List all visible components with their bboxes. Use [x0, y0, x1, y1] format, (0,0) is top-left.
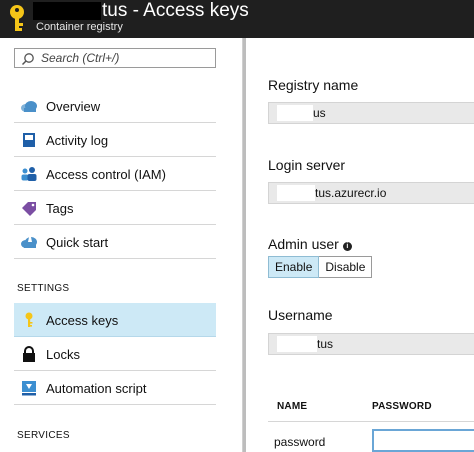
username-value: tus — [317, 337, 334, 351]
key-icon — [10, 5, 24, 31]
table-divider — [268, 421, 474, 422]
sidebar-item-label: Tags — [46, 201, 74, 216]
page-title: tus - Access keys — [102, 0, 249, 21]
disable-button[interactable]: Disable — [319, 256, 373, 278]
sidebar-item-label: Access keys — [46, 313, 119, 328]
admin-user-toggle[interactable]: Enable Disable — [268, 256, 373, 278]
registry-name-label: Registry name — [268, 77, 359, 93]
search-input[interactable] — [41, 50, 211, 66]
sidebar-item-label: Automation script — [46, 381, 147, 396]
admin-user-label: Admin user i — [268, 236, 352, 252]
sidebar-item-label: Access control (IAM) — [46, 167, 166, 182]
cloud-icon — [21, 101, 37, 112]
registry-name-field[interactable]: us — [268, 102, 474, 124]
redacted-name — [33, 2, 101, 20]
column-header-name: NAME — [277, 401, 308, 412]
login-server-label: Login server — [268, 157, 346, 173]
enable-button[interactable]: Enable — [268, 256, 320, 278]
sidebar: Overview Activity log Access control (IA… — [0, 38, 246, 452]
sidebar-item-access-control[interactable]: Access control (IAM) — [14, 157, 216, 191]
column-header-password: PASSWORD — [372, 401, 432, 412]
sidebar-item-label: Overview — [46, 99, 101, 114]
blade-header: tus - Access keys Container registry — [0, 0, 474, 38]
password-field[interactable] — [372, 429, 474, 452]
table-row-name: password — [274, 435, 326, 449]
login-server-field[interactable]: tus.azurecr.io — [268, 182, 474, 204]
page-subtitle: Container registry — [36, 21, 123, 33]
section-label-services: SERVICES — [17, 430, 70, 441]
search-icon — [21, 53, 34, 66]
sidebar-item-overview[interactable]: Overview — [14, 89, 216, 123]
users-icon — [21, 167, 37, 181]
redacted-value — [277, 105, 313, 121]
registry-name-value: us — [313, 106, 326, 120]
lock-icon — [23, 346, 35, 362]
sidebar-item-label: Quick start — [46, 235, 109, 250]
admin-user-text: Admin user — [268, 236, 339, 252]
info-icon[interactable]: i — [342, 242, 352, 251]
sidebar-item-activity-log[interactable]: Activity log — [14, 123, 216, 157]
section-label-settings: SETTINGS — [17, 283, 70, 294]
key-icon — [25, 312, 33, 327]
sidebar-item-locks[interactable]: Locks — [14, 337, 216, 371]
username-label: Username — [268, 307, 333, 323]
login-server-value: tus.azurecr.io — [315, 186, 387, 200]
sidebar-item-label: Locks — [46, 347, 80, 362]
sidebar-item-quick-start[interactable]: Quick start — [14, 225, 216, 259]
username-field[interactable]: tus — [268, 333, 474, 355]
sidebar-item-automation-script[interactable]: Automation script — [14, 371, 216, 405]
sidebar-item-access-keys[interactable]: Access keys — [14, 303, 216, 337]
redacted-value — [277, 185, 315, 201]
download-script-icon — [22, 381, 36, 396]
quick-start-cloud-icon — [21, 237, 37, 248]
redacted-value — [277, 336, 317, 352]
tag-icon — [22, 202, 36, 216]
search-box[interactable] — [14, 48, 216, 68]
sidebar-scrollbar[interactable] — [243, 38, 246, 452]
sidebar-item-label: Activity log — [46, 133, 109, 148]
log-book-icon — [23, 133, 35, 147]
sidebar-item-tags[interactable]: Tags — [14, 191, 216, 225]
